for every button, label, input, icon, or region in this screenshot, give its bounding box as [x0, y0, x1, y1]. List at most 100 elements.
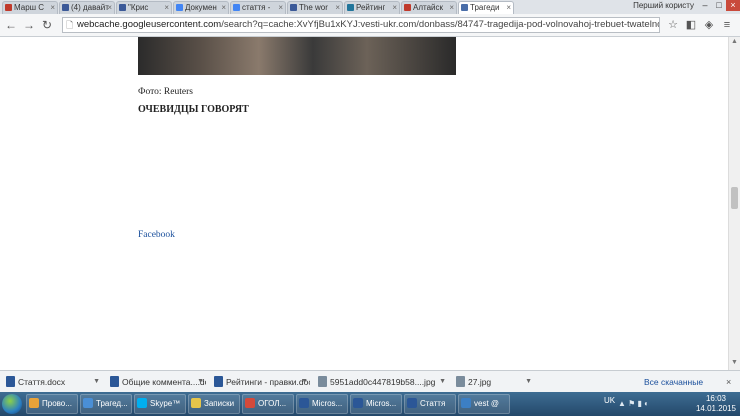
facebook-link[interactable]: Facebook — [138, 230, 175, 240]
chevron-down-icon[interactable]: ▼ — [197, 374, 204, 390]
browser-tab-active[interactable]: Трагеди × — [458, 1, 514, 14]
tab-close-icon[interactable]: × — [506, 2, 511, 14]
browser-toolbar: ← → ↻ 🗋 webcache.googleusercontent.com/se… — [0, 14, 740, 37]
tab-label: Алтайск — [413, 3, 443, 12]
address-bar[interactable]: 🗋 webcache.googleusercontent.com/search?q… — [62, 17, 660, 33]
tab-label: Марш С — [14, 3, 45, 12]
document-icon — [245, 398, 255, 408]
forward-arrow-icon[interactable]: → — [22, 18, 36, 32]
download-shelf: Стаття.docx▼ Общие коммента....docx▼ Рей… — [0, 370, 740, 403]
chevron-down-icon[interactable]: ▼ — [93, 374, 100, 390]
taskbar-item[interactable]: Micros... — [350, 394, 402, 414]
profile-label[interactable]: Перший користу — [633, 1, 694, 10]
menu-icon[interactable]: ≡ — [720, 18, 734, 32]
word-icon — [299, 398, 309, 408]
skype-icon — [137, 398, 147, 408]
browser-tab[interactable]: "Крис × — [116, 1, 172, 14]
chevron-down-icon[interactable]: ▼ — [525, 374, 532, 390]
download-item[interactable]: Общие коммента....docx▼ — [108, 374, 206, 390]
tab-label: (4) давайте — [71, 3, 109, 12]
taskbar-item[interactable]: Skype™ — [134, 394, 186, 414]
tab-label: Докумен — [185, 3, 217, 12]
tab-label: Рейтинг — [356, 3, 386, 12]
download-item[interactable]: 27.jpg ▼ — [454, 374, 534, 390]
taskbar-item-label: Стаття — [420, 399, 446, 408]
browser-tab[interactable]: стаття - × — [230, 1, 286, 14]
tab-close-icon[interactable]: × — [107, 2, 112, 14]
close-icon[interactable]: × — [726, 374, 731, 390]
word-file-icon — [6, 376, 15, 387]
tab-favicon — [461, 4, 468, 11]
download-item[interactable]: Стаття.docx ▼ — [4, 374, 102, 390]
download-filename: 27.jpg — [468, 377, 492, 387]
minimize-icon[interactable]: – — [698, 0, 712, 11]
window-close-icon[interactable]: × — [726, 0, 740, 11]
scroll-up-icon[interactable]: ▲ — [730, 38, 739, 48]
browser-tab[interactable]: Алтайск × — [401, 1, 457, 14]
reload-icon[interactable]: ↻ — [40, 18, 54, 32]
tab-close-icon[interactable]: × — [392, 2, 397, 14]
download-item[interactable]: Рейтинги - правки.docx ▼ — [212, 374, 310, 390]
tab-close-icon[interactable]: × — [278, 2, 283, 14]
tab-close-icon[interactable]: × — [449, 2, 454, 14]
taskbar-item-label: Трагед... — [96, 399, 128, 408]
page-scrollbar[interactable]: ▲ ▼ — [728, 37, 740, 370]
extension-icon[interactable]: ◈ — [702, 18, 716, 32]
section-heading: ОЧЕВИДЦЫ ГОВОРЯТ — [138, 104, 249, 115]
image-file-icon — [456, 376, 465, 387]
word-file-icon — [214, 376, 223, 387]
word-icon — [407, 398, 417, 408]
explorer-icon — [29, 398, 39, 408]
browser-tab[interactable]: The wor × — [287, 1, 343, 14]
download-filename: 5951add0c447819b58....jpg — [330, 377, 436, 387]
tab-close-icon[interactable]: × — [221, 2, 226, 14]
photo-caption: Фото: Reuters — [138, 87, 193, 97]
taskbar-item[interactable]: Micros... — [296, 394, 348, 414]
taskbar-item-label: vest @ — [474, 399, 500, 408]
page-viewport[interactable]: Фото: Reuters ОЧЕВИДЦЫ ГОВОРЯТ Facebook — [0, 37, 728, 370]
tab-label: "Крис — [128, 3, 149, 12]
back-arrow-icon[interactable]: ← — [4, 18, 18, 32]
taskbar-clock[interactable]: 16:03 14.01.2015 — [694, 394, 738, 414]
download-filename: Общие коммента....docx — [122, 377, 206, 387]
taskbar-item-label: Skype™ — [150, 399, 181, 408]
word-icon — [353, 398, 363, 408]
taskbar-item[interactable]: Записки — [188, 394, 240, 414]
browser-tab[interactable]: Докумен × — [173, 1, 229, 14]
page-info-icon[interactable]: 🗋 — [66, 18, 73, 32]
system-tray-icons[interactable]: ▲ ⚑ ▮ ◐ — [618, 399, 649, 408]
taskbar-item[interactable]: Трагед... — [80, 394, 132, 414]
scroll-down-icon[interactable]: ▼ — [730, 359, 739, 369]
tab-close-icon[interactable]: × — [50, 2, 55, 14]
bookmark-star-icon[interactable]: ☆ — [666, 18, 680, 32]
chevron-down-icon[interactable]: ▼ — [301, 374, 308, 390]
browser-tab[interactable]: (4) давайте × — [59, 1, 115, 14]
browser-icon — [83, 398, 93, 408]
download-item[interactable]: 5951add0c447819b58....jpg ▼ — [316, 374, 448, 390]
browser-tab[interactable]: Марш С × — [2, 1, 58, 14]
taskbar-item[interactable]: ОГОЛ... — [242, 394, 294, 414]
image-file-icon — [318, 376, 327, 387]
extension-icon[interactable]: ◧ — [684, 18, 698, 32]
clock-time: 16:03 — [705, 394, 727, 403]
taskbar-item-label: ОГОЛ... — [258, 399, 287, 408]
tab-favicon — [62, 4, 69, 11]
taskbar-item-label: Micros... — [312, 399, 343, 408]
tab-close-icon[interactable]: × — [164, 2, 169, 14]
chevron-down-icon[interactable]: ▼ — [439, 374, 446, 390]
language-indicator[interactable]: UK — [604, 396, 615, 405]
browser-tab[interactable]: Рейтинг × — [344, 1, 400, 14]
address-path: /search?q=cache:XvYfjBu1xKYJ:vesti-ukr.c… — [221, 19, 659, 30]
article-paragraph: Facebook — [138, 230, 456, 241]
start-button[interactable] — [2, 394, 22, 414]
taskbar-item[interactable]: vest @ — [458, 394, 510, 414]
tab-close-icon[interactable]: × — [335, 2, 340, 14]
tab-label: Трагеди — [470, 3, 500, 12]
tab-favicon — [176, 4, 183, 11]
taskbar-item-label: Записки — [204, 399, 235, 408]
taskbar-item[interactable]: Стаття — [404, 394, 456, 414]
chat-icon — [461, 398, 471, 408]
scrollbar-thumb[interactable] — [731, 187, 738, 209]
taskbar-item[interactable]: Прово... — [26, 394, 78, 414]
maximize-icon[interactable]: □ — [712, 0, 726, 11]
